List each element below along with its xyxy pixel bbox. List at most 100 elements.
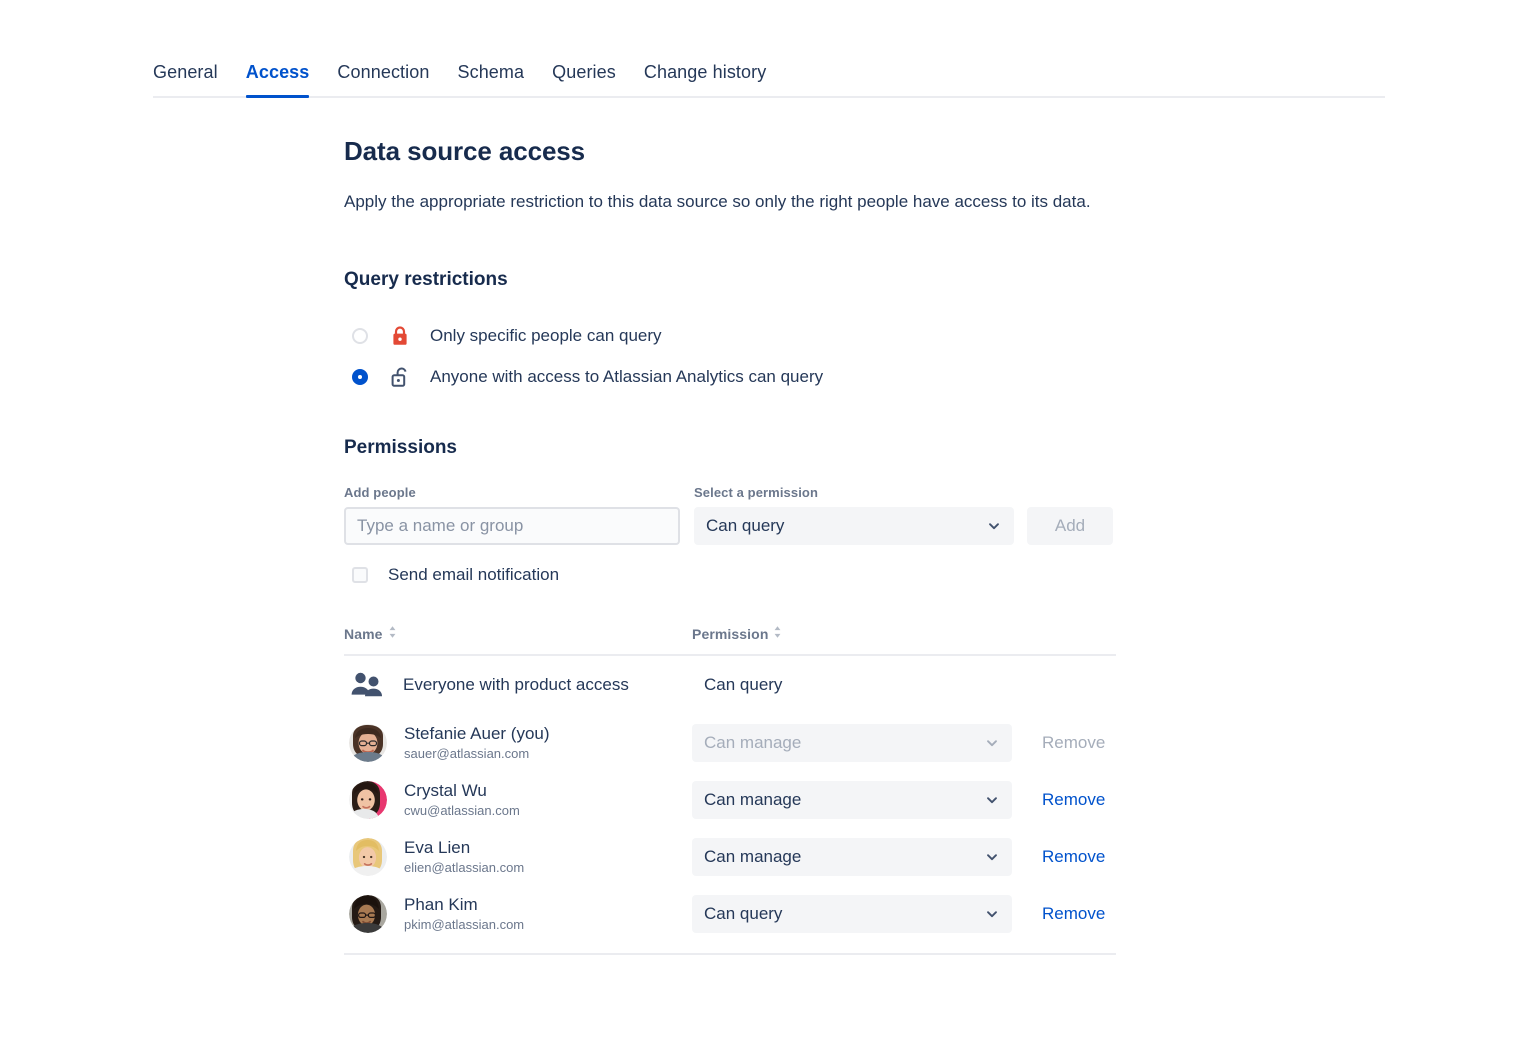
radio-option-anyone-with-access[interactable]: Anyone with access to Atlassian Analytic… xyxy=(344,356,1134,397)
permission-select[interactable]: Can query xyxy=(694,507,1014,545)
tab-schema[interactable]: Schema xyxy=(443,62,538,96)
row-permission-value: Can query xyxy=(692,675,782,695)
row-name: Eva Lien xyxy=(404,837,524,858)
row-identity: Phan Kim pkim@atlassian.com xyxy=(404,894,524,934)
row-name-cell: Stefanie Auer (you) sauer@atlassian.com xyxy=(344,723,692,763)
tab-access[interactable]: Access xyxy=(232,62,324,96)
column-header-name[interactable]: Name xyxy=(344,625,692,642)
avatar xyxy=(349,895,387,933)
row-permission-value: Can manage xyxy=(704,790,801,810)
remove-link[interactable]: Remove xyxy=(1042,847,1105,867)
add-button[interactable]: Add xyxy=(1027,507,1113,545)
row-name-cell: Eva Lien elien@atlassian.com xyxy=(344,837,692,877)
row-permission-select: Can manage xyxy=(692,724,1012,762)
add-people-label: Add people xyxy=(344,485,680,500)
unlocked-padlock-icon xyxy=(390,366,410,388)
row-name-cell: Everyone with product access xyxy=(344,670,692,700)
row-name: Crystal Wu xyxy=(404,780,520,801)
radio-option-label: Only specific people can query xyxy=(430,326,662,346)
row-action-cell: Remove xyxy=(1025,733,1115,753)
table-row: Phan Kim pkim@atlassian.com Can query xyxy=(344,885,1116,942)
row-identity: Stefanie Auer (you) sauer@atlassian.com xyxy=(404,723,550,763)
data-source-access-page: General Access Connection Schema Queries… xyxy=(0,0,1540,1052)
people-group-icon xyxy=(350,670,386,700)
column-header-label: Name xyxy=(344,626,383,642)
select-permission-field: Select a permission Can query xyxy=(694,485,1014,545)
row-permission-value: Can manage xyxy=(704,847,801,867)
row-action-cell: Remove xyxy=(1025,904,1115,924)
row-permission-value: Can manage xyxy=(704,733,801,753)
row-permission-select[interactable]: Can query xyxy=(692,895,1012,933)
tab-label: Connection xyxy=(337,62,429,82)
query-restrictions-heading: Query restrictions xyxy=(344,269,1134,291)
remove-link: Remove xyxy=(1042,733,1105,753)
radio-button-selected[interactable] xyxy=(352,369,368,385)
row-permission-cell: Can manage xyxy=(692,781,1025,819)
page-title: Data source access xyxy=(344,136,1134,167)
table-bottom-divider xyxy=(344,953,1116,955)
table-row: Everyone with product access Can query xyxy=(344,656,1116,714)
sort-icon xyxy=(773,625,782,642)
add-people-field: Add people xyxy=(344,485,680,545)
select-permission-label: Select a permission xyxy=(694,485,1014,500)
table-header-row: Name Permission xyxy=(344,625,1116,656)
tab-label: Schema xyxy=(457,62,524,82)
row-permission-cell: Can query xyxy=(692,675,1025,695)
permissions-table: Name Permission xyxy=(344,625,1116,955)
add-people-form: Add people Select a permission Can query… xyxy=(344,485,1134,545)
tab-label: Change history xyxy=(644,62,766,82)
row-permission-cell: Can query xyxy=(692,895,1025,933)
tab-change-history[interactable]: Change history xyxy=(630,62,780,96)
permissions-heading: Permissions xyxy=(344,437,1134,459)
tab-bar: General Access Connection Schema Queries… xyxy=(153,62,1385,98)
table-row: Crystal Wu cwu@atlassian.com Can manage xyxy=(344,771,1116,828)
row-name: Everyone with product access xyxy=(403,675,629,695)
send-email-notification-row[interactable]: Send email notification xyxy=(344,565,1134,585)
remove-link[interactable]: Remove xyxy=(1042,904,1105,924)
radio-button-unselected[interactable] xyxy=(352,328,368,344)
radio-option-label: Anyone with access to Atlassian Analytic… xyxy=(430,367,823,387)
tab-label: Access xyxy=(246,62,310,82)
chevron-down-icon xyxy=(984,792,1000,808)
page-description: Apply the appropriate restriction to thi… xyxy=(344,189,1104,215)
avatar xyxy=(349,724,387,762)
locked-padlock-icon xyxy=(390,325,410,347)
radio-option-specific-people[interactable]: Only specific people can query xyxy=(344,315,1134,356)
chevron-down-icon xyxy=(984,906,1000,922)
send-email-checkbox[interactable] xyxy=(352,567,368,583)
avatar xyxy=(349,838,387,876)
row-identity: Crystal Wu cwu@atlassian.com xyxy=(404,780,520,820)
tab-connection[interactable]: Connection xyxy=(323,62,443,96)
table-row: Eva Lien elien@atlassian.com Can manage xyxy=(344,828,1116,885)
row-email: cwu@atlassian.com xyxy=(404,802,520,820)
chevron-down-icon xyxy=(984,849,1000,865)
permission-select-value: Can query xyxy=(706,516,784,536)
add-people-input[interactable] xyxy=(344,507,680,545)
row-name-cell: Crystal Wu cwu@atlassian.com xyxy=(344,780,692,820)
row-permission-value: Can query xyxy=(704,904,782,924)
tab-queries[interactable]: Queries xyxy=(538,62,630,96)
tab-general[interactable]: General xyxy=(153,62,232,96)
column-header-permission[interactable]: Permission xyxy=(692,625,782,642)
chevron-down-icon xyxy=(986,518,1002,534)
row-email: sauer@atlassian.com xyxy=(404,745,550,763)
avatar xyxy=(349,781,387,819)
row-name: Stefanie Auer (you) xyxy=(404,723,550,744)
row-permission-cell: Can manage xyxy=(692,724,1025,762)
row-action-cell: Remove xyxy=(1025,847,1115,867)
row-identity: Eva Lien elien@atlassian.com xyxy=(404,837,524,877)
tab-label: General xyxy=(153,62,218,82)
row-email: elien@atlassian.com xyxy=(404,859,524,877)
row-action-cell: Remove xyxy=(1025,790,1115,810)
row-email: pkim@atlassian.com xyxy=(404,916,524,934)
remove-link[interactable]: Remove xyxy=(1042,790,1105,810)
row-permission-cell: Can manage xyxy=(692,838,1025,876)
table-row: Stefanie Auer (you) sauer@atlassian.com … xyxy=(344,714,1116,771)
row-name-cell: Phan Kim pkim@atlassian.com xyxy=(344,894,692,934)
chevron-down-icon xyxy=(984,735,1000,751)
query-restrictions-radio-group: Only specific people can query Anyone wi… xyxy=(344,315,1134,397)
tab-label: Queries xyxy=(552,62,616,82)
row-permission-select[interactable]: Can manage xyxy=(692,781,1012,819)
row-permission-select[interactable]: Can manage xyxy=(692,838,1012,876)
column-header-label: Permission xyxy=(692,626,768,642)
